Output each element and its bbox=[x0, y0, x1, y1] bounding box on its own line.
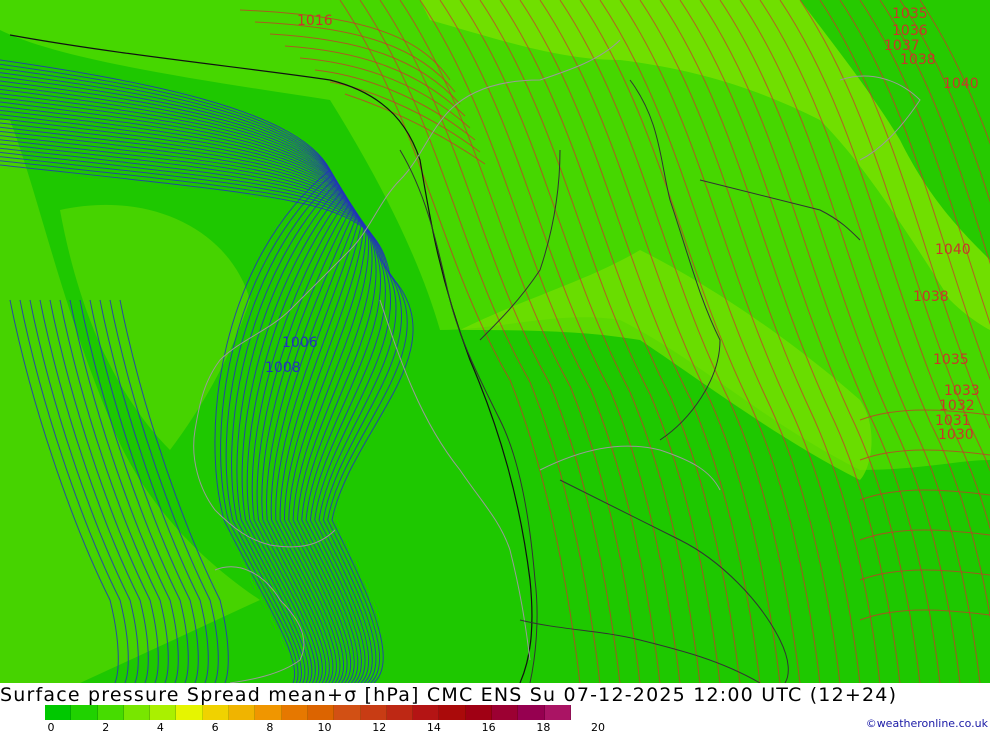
color-legend bbox=[45, 705, 571, 720]
isobar-label: 1030 bbox=[938, 427, 974, 443]
legend-swatch bbox=[281, 705, 308, 720]
legend-swatch bbox=[307, 705, 335, 720]
legend-swatch bbox=[360, 705, 387, 720]
legend-tick: 0 bbox=[47, 721, 55, 734]
legend-swatch bbox=[518, 705, 545, 720]
legend-swatch bbox=[97, 705, 124, 720]
legend-tick: 6 bbox=[211, 721, 219, 734]
isobar-label: 1016 bbox=[297, 13, 333, 29]
isobar-label: 1035 bbox=[892, 6, 928, 22]
legend-swatch bbox=[439, 705, 466, 720]
isobar-label: 1040 bbox=[943, 76, 979, 92]
isobar-label: 1036 bbox=[892, 23, 928, 39]
legend-tick: 12 bbox=[372, 721, 387, 734]
legend-swatch bbox=[492, 705, 519, 720]
legend-swatch bbox=[176, 705, 203, 720]
isobar-label: 1038 bbox=[913, 289, 949, 305]
map-footer: Surface pressure Spread mean+σ [hPa] CMC… bbox=[0, 683, 1000, 734]
isobar-label: 1032 bbox=[939, 398, 975, 414]
legend-swatch bbox=[123, 705, 151, 720]
legend-tick: 16 bbox=[481, 721, 496, 734]
isobar-label: 1038 bbox=[900, 52, 936, 68]
isobar-label: 1033 bbox=[944, 383, 980, 399]
legend-swatch bbox=[386, 705, 414, 720]
legend-tick: 8 bbox=[266, 721, 274, 734]
legend-swatch bbox=[71, 705, 98, 720]
isobar-label: 1040 bbox=[935, 242, 971, 258]
legend-swatch bbox=[413, 705, 440, 720]
credit-link[interactable]: ©weatheronline.co.uk bbox=[866, 717, 988, 730]
legend-tick: 2 bbox=[102, 721, 110, 734]
legend-tick: 4 bbox=[156, 721, 164, 734]
legend-tick-labels: 0 2 4 6 8 10 12 14 16 18 20 bbox=[45, 721, 625, 734]
map-panel[interactable]: 1016 1006 1008 1035 1036 1037 1038 1040 … bbox=[0, 0, 990, 683]
isobar-label: 1008 bbox=[265, 360, 301, 376]
legend-tick: 18 bbox=[536, 721, 551, 734]
isobar-label: 1006 bbox=[282, 335, 318, 351]
legend-swatch bbox=[544, 705, 571, 720]
legend-swatch bbox=[45, 705, 72, 720]
legend-swatch bbox=[334, 705, 361, 720]
legend-swatch bbox=[150, 705, 177, 720]
legend-tick: 10 bbox=[317, 721, 332, 734]
legend-swatch bbox=[255, 705, 282, 720]
map-title: Surface pressure Spread mean+σ [hPa] CMC… bbox=[0, 684, 898, 706]
legend-tick: 20 bbox=[591, 721, 606, 734]
isobar-label: 1035 bbox=[933, 352, 969, 368]
pressure-map[interactable]: 1016 1006 1008 1035 1036 1037 1038 1040 … bbox=[0, 0, 990, 683]
legend-swatch bbox=[229, 705, 256, 720]
legend-swatch bbox=[202, 705, 230, 720]
legend-tick: 14 bbox=[426, 721, 441, 734]
legend-swatch bbox=[465, 705, 493, 720]
